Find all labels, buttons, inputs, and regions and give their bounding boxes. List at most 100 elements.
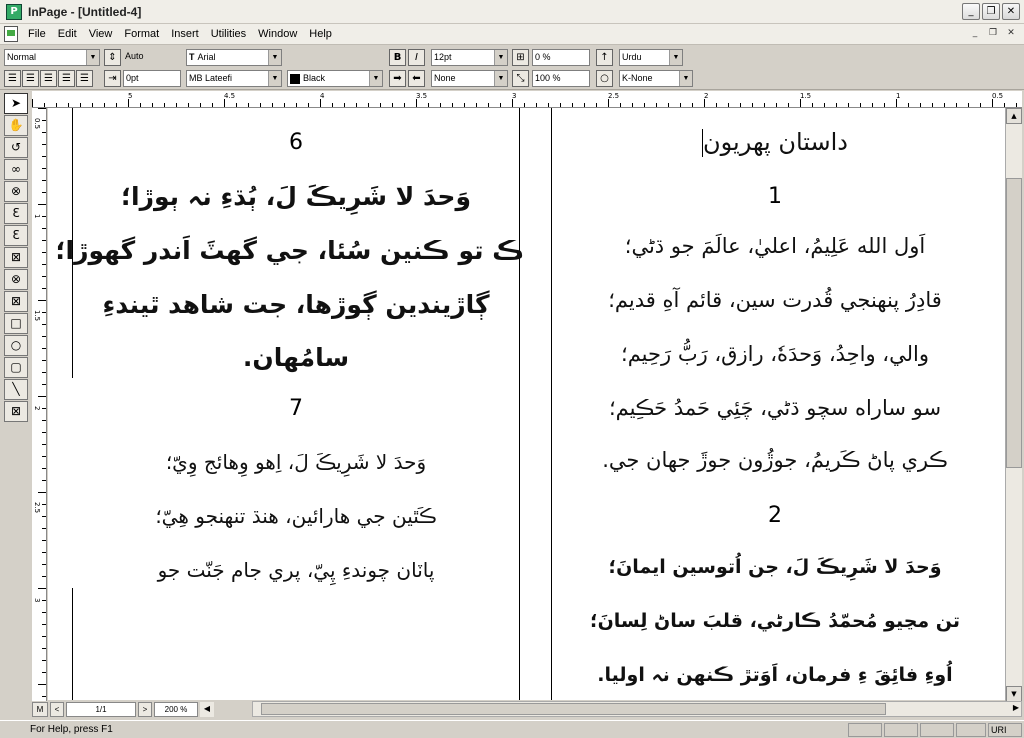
justify-icon[interactable]: ☰ xyxy=(58,70,75,87)
leading-field[interactable]: Auto xyxy=(123,48,181,66)
direction-rtl-icon[interactable]: ➡ xyxy=(389,70,406,87)
close-button[interactable]: ✕ xyxy=(1002,3,1020,20)
scroll-down-icon[interactable]: ▼ xyxy=(1006,686,1022,702)
direction-ltr-icon[interactable]: ⬅ xyxy=(408,70,425,87)
document-canvas[interactable]: 6 وَحدَ لا شَرِيڪَ لَ، ٻُڌءِ نہ ٻوڙا؛ ڪ … xyxy=(48,108,1005,700)
ruler-tick xyxy=(1004,103,1005,107)
ruler-tick xyxy=(42,600,46,601)
horizontal-ruler[interactable]: 5 4.5 4 3.5 3 2.5 2 1.5 1 0.5 xyxy=(32,91,1022,108)
menu-format[interactable]: Format xyxy=(118,28,165,40)
text-frame-icon[interactable]: Ɛ xyxy=(4,225,28,246)
ruler-label: 3 xyxy=(33,598,41,603)
menu-utilities[interactable]: Utilities xyxy=(205,28,252,40)
italic-button[interactable]: I xyxy=(408,48,425,66)
vertical-scrollbar[interactable]: ▲ ▼ xyxy=(1005,108,1022,702)
ruler-tick xyxy=(42,468,46,469)
unlink-icon[interactable]: ⊗ xyxy=(4,181,28,202)
ruler-label: 0.5 xyxy=(992,92,1004,100)
inpage-app-icon[interactable]: P xyxy=(6,3,22,20)
bold-button[interactable]: B xyxy=(389,48,406,66)
align-center-icon[interactable]: ☰ xyxy=(22,70,39,87)
scale-icon[interactable]: ⤡ xyxy=(512,70,529,87)
arrow-up-icon[interactable]: ↑ xyxy=(596,48,613,66)
shade-select[interactable]: None ▼ xyxy=(431,70,508,87)
scroll-right-icon[interactable]: ▶ xyxy=(1013,703,1019,712)
ruler-tick xyxy=(42,276,46,277)
tracking-icon[interactable]: ⊞ xyxy=(512,48,529,66)
ruler-tick xyxy=(356,103,357,107)
urdu-font-select[interactable]: MB Lateefi ▼ xyxy=(186,70,282,87)
horizontal-scrollbar[interactable]: ▶ xyxy=(252,701,1022,717)
scale-field[interactable]: 100 % xyxy=(532,70,590,87)
maximize-button[interactable]: ❐ xyxy=(982,3,1000,20)
chevron-down-icon: ▼ xyxy=(268,71,281,86)
vertical-ruler[interactable]: 0.5 1 1.5 2 2.5 3 xyxy=(32,108,47,702)
kerning-icon[interactable]: ○ xyxy=(596,70,613,87)
master-page-button[interactable]: M xyxy=(32,702,48,717)
rectangle-icon[interactable]: □ xyxy=(4,313,28,334)
status-panel xyxy=(956,723,986,737)
english-font-select[interactable]: T Arial ▼ xyxy=(186,48,282,66)
align-right-icon[interactable]: ☰ xyxy=(4,70,21,87)
language-select[interactable]: Urdu ▼ xyxy=(619,48,683,66)
minimize-button[interactable]: _ xyxy=(962,3,980,20)
color-select[interactable]: Black ▼ xyxy=(287,70,383,87)
format-toolbar-top: Normal ▼ ⇕ Auto T Arial ▼ B I 12pt ▼ ⊞ 0 % ↑… xyxy=(0,46,1024,68)
kerning-select[interactable]: K-None ▼ xyxy=(619,70,693,87)
style-select[interactable]: Normal ▼ xyxy=(4,48,100,66)
leading-icon[interactable]: ⇕ xyxy=(104,48,121,66)
rounded-rect-icon[interactable]: ▢ xyxy=(4,357,28,378)
menu-window[interactable]: Window xyxy=(252,28,303,40)
menu-insert[interactable]: Insert xyxy=(165,28,205,40)
document-icon[interactable] xyxy=(4,26,18,42)
tracking-field[interactable]: 0 % xyxy=(532,48,590,66)
ruler-tick xyxy=(644,103,645,107)
table-icon[interactable]: ⊠ xyxy=(4,401,28,422)
text-box-icon[interactable]: Ɛ xyxy=(4,203,28,224)
ruler-tick xyxy=(512,99,513,107)
menu-edit[interactable]: Edit xyxy=(52,28,83,40)
doc-minimize-button[interactable]: _ xyxy=(968,27,982,40)
next-page-button[interactable]: > xyxy=(138,702,152,717)
page-indicator[interactable]: 1/1 xyxy=(66,702,136,717)
scroll-thumb[interactable] xyxy=(1006,178,1022,468)
oval-picture-icon[interactable]: ⊗ xyxy=(4,269,28,290)
hand-icon[interactable]: ✋ xyxy=(4,115,28,136)
doc-restore-button[interactable]: ❐ xyxy=(986,27,1000,40)
ruler-tick xyxy=(896,99,897,107)
ellipse-icon[interactable]: ○ xyxy=(4,335,28,356)
scroll-left-icon[interactable]: ◀ xyxy=(200,702,214,717)
ruler-tick xyxy=(296,103,297,107)
ruler-tick xyxy=(38,684,46,685)
chapter-title: داستان پهريون xyxy=(702,128,848,157)
align-left-icon[interactable]: ☰ xyxy=(40,70,57,87)
prev-page-button[interactable]: < xyxy=(50,702,64,717)
ruler-label: 5 xyxy=(128,92,133,100)
ruler-tick xyxy=(104,103,105,107)
menu-view[interactable]: View xyxy=(83,28,119,40)
picture-box-icon[interactable]: ⊠ xyxy=(4,247,28,268)
justify-all-icon[interactable]: ☰ xyxy=(76,70,93,87)
doc-close-button[interactable]: ✕ xyxy=(1004,27,1018,40)
indent-field[interactable]: 0pt xyxy=(123,70,181,87)
menu-file[interactable]: File xyxy=(22,28,52,40)
menu-help[interactable]: Help xyxy=(303,28,338,40)
ruler-tick xyxy=(836,103,837,107)
ruler-tick xyxy=(80,103,81,107)
ruler-tick xyxy=(42,504,46,505)
select-arrow-icon[interactable]: ➤ xyxy=(4,93,28,114)
verse-number: 7 xyxy=(289,396,303,421)
hscroll-thumb[interactable] xyxy=(261,703,886,715)
verse-line: اَول الله عَلِيمُ، اعليٰ، عالَمَ جو ڌڻي؛ xyxy=(624,234,926,258)
ruler-tick xyxy=(56,103,57,107)
line-icon[interactable]: ╲ xyxy=(4,379,28,400)
indent-icon[interactable]: ⇥ xyxy=(104,70,121,87)
link-icon[interactable]: ∞ xyxy=(4,159,28,180)
ruler-tick xyxy=(38,588,46,589)
ruler-tick xyxy=(884,103,885,107)
rect-picture-icon[interactable]: ⊠ xyxy=(4,291,28,312)
scroll-up-icon[interactable]: ▲ xyxy=(1006,108,1022,124)
font-size-select[interactable]: 12pt ▼ xyxy=(431,48,508,66)
rotate-icon[interactable]: ↺ xyxy=(4,137,28,158)
zoom-field[interactable]: 200 % xyxy=(154,702,198,717)
